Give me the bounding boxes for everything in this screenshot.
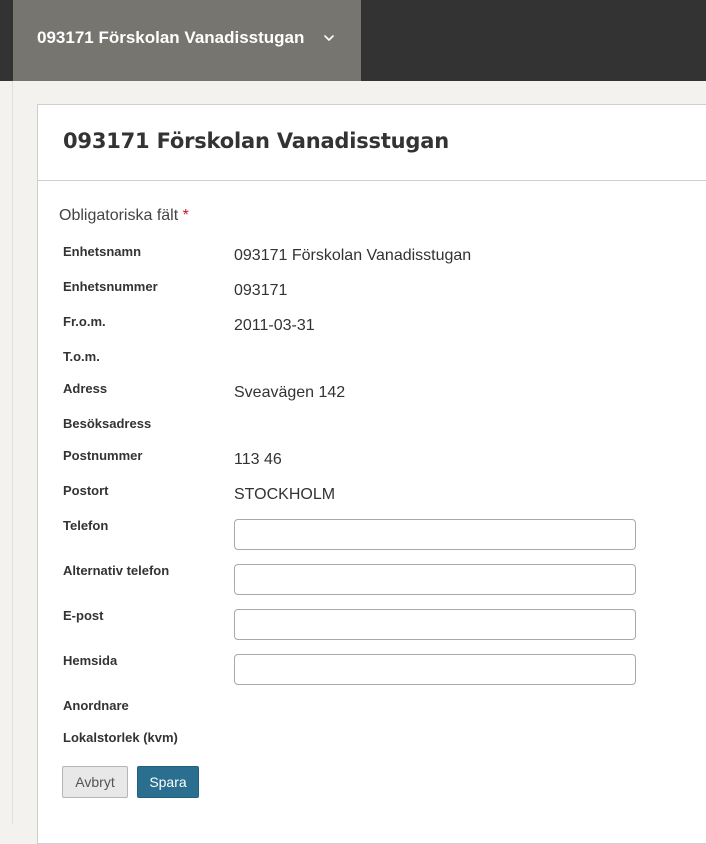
value-postort: STOCKHOLM	[234, 486, 336, 503]
value-adress: Sveavägen 142	[234, 384, 346, 401]
sidebar-divider	[12, 81, 13, 824]
label-enhetsnummer: Enhetsnummer	[63, 279, 158, 294]
unit-selector[interactable]: 093171 Förskolan Vanadisstugan	[13, 0, 361, 81]
required-fields-note: Obligatoriska fält *	[59, 207, 189, 225]
label-anordnare: Anordnare	[63, 698, 129, 713]
label-enhetsnamn: Enhetsnamn	[63, 244, 142, 259]
page-title: 093171 Förskolan Vanadisstugan	[63, 129, 449, 153]
required-marker: *	[182, 207, 189, 224]
alt-telefon-input[interactable]	[234, 564, 636, 595]
label-tom: T.o.m.	[63, 349, 100, 364]
top-bar: 093171 Förskolan Vanadisstugan	[0, 0, 706, 81]
label-hemsida: Hemsida	[63, 653, 118, 668]
required-fields-label: Obligatoriska fält	[59, 207, 179, 224]
save-button[interactable]: Spara	[137, 766, 199, 798]
chevron-down-icon[interactable]	[323, 32, 335, 44]
unit-selector-label: 093171 Förskolan Vanadisstugan	[37, 28, 305, 47]
label-adress: Adress	[63, 381, 108, 396]
label-postort: Postort	[63, 483, 109, 498]
label-besoksadress: Besöksadress	[63, 416, 152, 431]
cancel-button[interactable]: Avbryt	[62, 766, 128, 798]
epost-input[interactable]	[234, 609, 636, 640]
label-from: Fr.o.m.	[63, 314, 106, 329]
value-from: 2011-03-31	[234, 317, 315, 334]
hemsida-input[interactable]	[234, 654, 636, 685]
label-lokalstorlek: Lokalstorlek (kvm)	[63, 730, 178, 745]
telefon-input[interactable]	[234, 519, 636, 550]
card-header: 093171 Förskolan Vanadisstugan	[38, 105, 706, 181]
label-alt-telefon: Alternativ telefon	[63, 563, 170, 578]
unit-form-card: 093171 Förskolan Vanadisstugan Obligator…	[37, 104, 706, 844]
value-enhetsnamn: 093171 Förskolan Vanadisstugan	[234, 247, 472, 264]
label-epost: E-post	[63, 608, 104, 623]
label-telefon: Telefon	[63, 518, 109, 533]
value-enhetsnummer: 093171	[234, 282, 288, 299]
value-postnummer: 113 46	[234, 451, 282, 468]
label-postnummer: Postnummer	[63, 448, 143, 463]
